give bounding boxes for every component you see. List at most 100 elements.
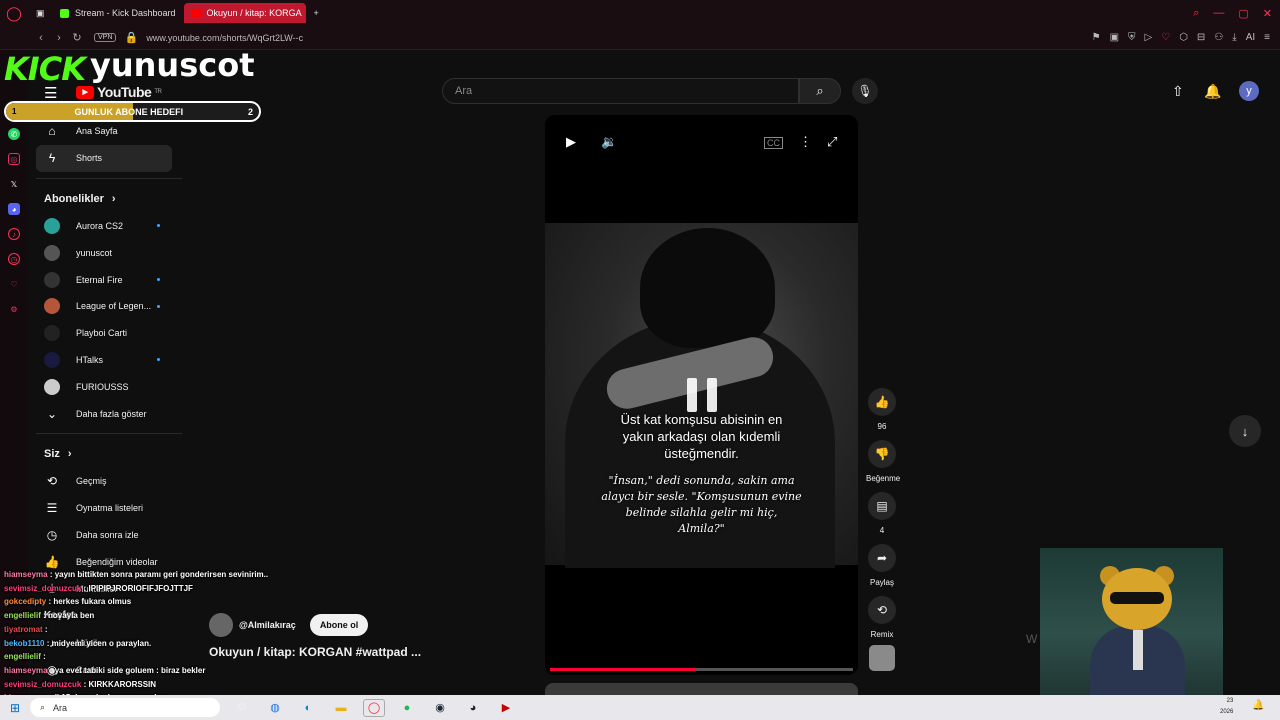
like-icon: 👍 bbox=[44, 554, 60, 569]
youtube-logo[interactable]: ▶ YouTube TR bbox=[76, 84, 162, 100]
like-action[interactable]: 👍 96 bbox=[866, 388, 898, 431]
sidebar-item-clock[interactable]: ◷ Daha sonra izle bbox=[36, 522, 186, 549]
subscribe-button[interactable]: Abone ol bbox=[309, 614, 369, 636]
url-field[interactable]: www.youtube.com/shorts/WqGrt2LW--c bbox=[146, 33, 303, 43]
ai-button[interactable]: AI bbox=[1246, 32, 1255, 43]
channel-avatar bbox=[44, 378, 60, 395]
sidebar-item-subscription[interactable]: League of Legen... bbox=[36, 293, 186, 320]
profile-icon[interactable]: ⚇ bbox=[1214, 32, 1223, 43]
sidebar-item-subscription[interactable]: Playboi Carti bbox=[36, 320, 186, 347]
microphone-icon[interactable]: 🎙 bbox=[852, 78, 878, 104]
sidebar-item-label: yunuscot bbox=[76, 247, 113, 258]
bookmarks-sidebar-icon[interactable]: ♡ bbox=[8, 278, 20, 290]
comments-action[interactable]: ▤ 4 bbox=[866, 492, 898, 535]
reload-icon[interactable]: ↻ bbox=[68, 31, 86, 44]
sidebar-item-subscription[interactable]: yunuscot bbox=[36, 239, 186, 266]
bookmark-icon[interactable]: ⚑ bbox=[1092, 32, 1101, 43]
copilot-icon[interactable]: ◍ bbox=[264, 699, 286, 717]
sidebar-item-label: Ana Sayfa bbox=[76, 126, 118, 137]
chat-username: engellielif bbox=[4, 652, 41, 662]
chat-message: hiamseyma : yayın bittikten sonra paramı… bbox=[4, 568, 314, 582]
back-icon[interactable]: ‹ bbox=[32, 32, 50, 44]
play-icon[interactable]: ▶ bbox=[566, 134, 576, 150]
sidebar-item-subscription[interactable]: Eternal Fire bbox=[36, 266, 186, 293]
discord-icon[interactable]: ◕ bbox=[8, 203, 20, 215]
opera-taskbar-icon[interactable]: ◯ bbox=[363, 698, 385, 717]
shorts-player[interactable]: ▶ 🔉 CC ⋮ ⤢ Üst kat komşusu abisinin en y… bbox=[545, 115, 858, 675]
search-input[interactable]: Ara bbox=[442, 78, 799, 104]
chat-text: KIRKKARORSSIN bbox=[88, 679, 157, 689]
search-icon[interactable]: ⌕ bbox=[799, 78, 841, 104]
search-tabs-icon[interactable]: ⌕ bbox=[1193, 7, 1199, 20]
captions-icon[interactable]: CC bbox=[764, 137, 783, 149]
steam-icon[interactable]: ◉ bbox=[429, 699, 451, 717]
instagram-icon[interactable]: ◎ bbox=[8, 153, 20, 165]
sidebar-item-subscription[interactable]: HTalks bbox=[36, 347, 186, 374]
file-explorer-icon[interactable]: ▬ bbox=[330, 699, 352, 717]
taskbar-search[interactable]: ⌕ Ara bbox=[30, 698, 220, 717]
edge-icon[interactable]: ◐ bbox=[297, 699, 319, 717]
downloads-icon[interactable]: ⤓ bbox=[1232, 32, 1236, 43]
obs-icon[interactable]: ◕ bbox=[462, 699, 484, 717]
share-icon[interactable]: ➦ bbox=[868, 544, 896, 572]
snapshot-icon[interactable]: ▣ bbox=[1110, 32, 1119, 43]
recorder-icon[interactable]: ▶ bbox=[495, 699, 517, 717]
sound-thumbnail[interactable] bbox=[869, 645, 895, 671]
subscriptions-header[interactable]: Abonelikler › bbox=[36, 185, 186, 213]
maximize-icon[interactable]: ▢ bbox=[1238, 7, 1248, 20]
show-more-button[interactable]: ⌄ Daha fazla göster bbox=[36, 400, 186, 427]
notification-center-icon[interactable]: 🔔 bbox=[1252, 700, 1264, 711]
shield-icon[interactable]: ⛨ bbox=[1128, 32, 1136, 43]
share-action[interactable]: ➦ Paylaş bbox=[866, 544, 898, 587]
kick-logo: KICK bbox=[4, 50, 86, 88]
more-options-icon[interactable]: ⋮ bbox=[799, 134, 812, 150]
dislike-action[interactable]: 👎 Beğenme bbox=[866, 440, 900, 483]
tab-youtube-short[interactable]: Okuyun / kitap: KORGA bbox=[183, 3, 306, 23]
channel-avatar bbox=[44, 244, 60, 261]
whatsapp-icon[interactable]: ✆ bbox=[8, 128, 20, 140]
heart-icon[interactable]: ♡ bbox=[1161, 32, 1170, 43]
search-icon: ⌕ bbox=[40, 702, 46, 712]
wallet-icon[interactable]: ⊟ bbox=[1197, 32, 1205, 43]
sidebar-item-playlist[interactable]: ☰ Oynatma listeleri bbox=[36, 495, 186, 522]
remix-icon[interactable]: ⟲ bbox=[868, 596, 896, 624]
notifications-bell-icon[interactable]: 🔔 bbox=[1204, 83, 1221, 100]
vpn-badge[interactable]: VPN bbox=[94, 33, 117, 42]
taskbar-clock[interactable]: 23 2026 bbox=[1220, 696, 1233, 718]
sidebar-item-subscription[interactable]: FURIOUSSS bbox=[36, 373, 186, 400]
youtube-logo-text: YouTube bbox=[97, 84, 152, 100]
x-icon[interactable]: 𝕏 bbox=[8, 178, 20, 190]
tab-kick-dashboard[interactable]: Stream - Kick Dashboard bbox=[52, 3, 184, 23]
thumbs-down-icon[interactable]: 👎 bbox=[868, 440, 896, 468]
windows-start-icon[interactable]: ⊞ bbox=[0, 701, 30, 715]
comment-icon[interactable]: ▤ bbox=[868, 492, 896, 520]
sidebar-item-shorts[interactable]: ϟ Shorts bbox=[36, 144, 172, 172]
music-player-icon[interactable]: ♪ bbox=[8, 228, 20, 240]
new-tab-button[interactable]: + bbox=[306, 3, 324, 23]
settings-icon[interactable]: ⚙ bbox=[8, 303, 20, 315]
tab-workspaces[interactable]: ▣ bbox=[28, 3, 52, 23]
you-header[interactable]: Siz › bbox=[36, 440, 186, 468]
video-progress-bar[interactable] bbox=[550, 668, 853, 671]
fullscreen-icon[interactable]: ⤢ bbox=[827, 134, 837, 150]
opera-logo-icon[interactable]: ◯ bbox=[0, 0, 28, 26]
close-icon[interactable]: ✕ bbox=[1263, 7, 1272, 20]
history-sidebar-icon[interactable]: ◷ bbox=[8, 253, 20, 265]
sidebar-item-subscription[interactable]: Aurora CS2 bbox=[36, 213, 186, 240]
volume-icon[interactable]: 🔉 bbox=[601, 134, 617, 150]
next-video-arrow-icon[interactable]: ↓ bbox=[1229, 415, 1261, 447]
menu-icon[interactable]: ≡ bbox=[1264, 32, 1270, 43]
upload-icon[interactable]: ⇧ bbox=[1172, 83, 1184, 100]
play-icon[interactable]: ▷ bbox=[1145, 32, 1153, 43]
account-avatar[interactable]: y bbox=[1239, 81, 1259, 101]
pause-overlay-icon[interactable] bbox=[687, 378, 717, 412]
thumbs-up-icon[interactable]: 👍 bbox=[868, 388, 896, 416]
spotify-icon[interactable]: ● bbox=[396, 699, 418, 717]
sidebar-item-history[interactable]: ⟲ Geçmiş bbox=[36, 468, 186, 495]
minimize-icon[interactable]: — bbox=[1213, 7, 1224, 20]
sidebar-item-home[interactable]: ⌂ Ana Sayfa bbox=[36, 118, 186, 145]
extensions-icon[interactable]: ⬡ bbox=[1179, 32, 1188, 43]
task-view-icon[interactable]: ⧉ bbox=[231, 699, 253, 717]
remix-action[interactable]: ⟲ Remix bbox=[866, 596, 898, 639]
forward-icon[interactable]: › bbox=[50, 32, 68, 44]
